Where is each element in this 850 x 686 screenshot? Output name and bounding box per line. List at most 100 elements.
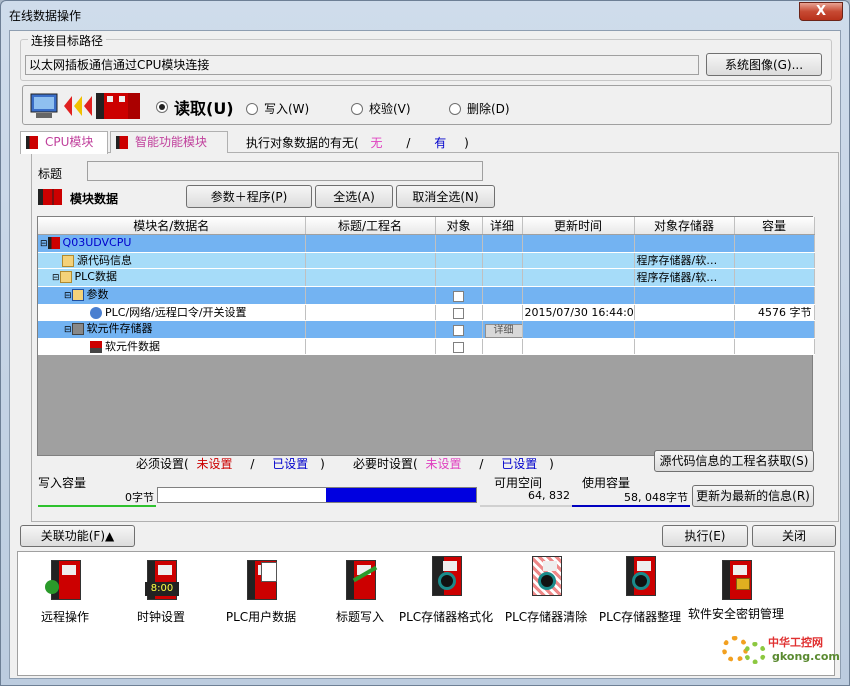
col-header-memory[interactable]: 对象存储器 [634, 217, 735, 235]
target-checkbox[interactable] [453, 307, 464, 319]
delete-radio[interactable]: 删除(D) [449, 100, 510, 117]
system-image-button[interactable]: 系统图像(G)... [706, 53, 822, 76]
col-header-name[interactable]: 模块名/数据名 [38, 217, 306, 235]
col-header-detail[interactable]: 详细 [482, 217, 523, 235]
write-radio-dot[interactable] [246, 102, 258, 115]
tab-cpu-module-label: CPU模块 [45, 135, 94, 149]
title-field-label: 标题 [38, 167, 63, 181]
security-key-label: 软件安全密钥管理 [688, 607, 785, 621]
parameter-icon [71, 289, 84, 301]
row-detail [482, 252, 523, 269]
table-row[interactable]: PLC/网络/远程口令/开关设置 2015/07/30 16:44:04 457… [38, 304, 815, 321]
required-close: ) [320, 457, 325, 471]
row-target [435, 304, 483, 321]
param-program-button[interactable]: 参数＋程序(P) [186, 185, 312, 208]
row-target [435, 234, 483, 253]
plc-memory-format-icon [426, 554, 466, 602]
verify-radio-label: 校验(V) [369, 102, 411, 116]
optional-setting-legend: 必要时设置( 未设置 / 已设置 ) [353, 455, 554, 472]
tab-cpu-module[interactable]: CPU模块 [20, 131, 108, 154]
detail-button[interactable]: 详细 [484, 323, 521, 338]
plc-memory-arrange-button[interactable]: PLC存储器整理 [592, 554, 688, 625]
row-memory [634, 286, 735, 305]
col-header-time[interactable]: 更新时间 [522, 217, 635, 235]
col-header-target[interactable]: 对象 [435, 217, 483, 235]
execute-button[interactable]: 执行(E) [662, 525, 748, 547]
optional-set: 已设置 [501, 457, 538, 471]
row-title [305, 234, 436, 253]
table-row[interactable]: 软元件数据 [38, 338, 815, 355]
table-row[interactable]: ⊟ 软元件存储器 详细 [38, 320, 815, 339]
clock-setting-button[interactable]: 8:00 时钟设置 [128, 558, 194, 625]
exec-data-slash: / [406, 136, 411, 150]
plc-user-data-button[interactable]: PLC用户数据 [216, 558, 306, 625]
target-checkbox[interactable] [453, 341, 464, 353]
optional-label: 必要时设置( [353, 457, 418, 471]
write-radio[interactable]: 写入(W) [246, 100, 309, 117]
plc-memory-clear-button[interactable]: PLC存储器清除 [498, 554, 594, 625]
table-row[interactable]: 源代码信息 程序存储器/软… [38, 252, 815, 269]
table-row[interactable]: ⊟ Q03UDVCPU [38, 234, 815, 253]
row-memory: 程序存储器/软… [634, 252, 735, 269]
plc-connection-icon [30, 91, 148, 121]
read-radio-label: 读取(U) [174, 99, 234, 118]
available-space-value: 64, 832 [528, 489, 570, 502]
row-name-cell: 软元件数据 [38, 338, 306, 355]
row-memory [634, 304, 735, 321]
plc-memory-arrange-label: PLC存储器整理 [598, 610, 682, 624]
row-name: PLC/网络/远程口令/开关设置 [105, 306, 247, 319]
title-write-button[interactable]: 标题写入 [320, 558, 400, 625]
target-checkbox[interactable] [453, 324, 464, 336]
table-row[interactable]: ⊟ 参数 [38, 286, 815, 305]
row-name-cell: ⊟ 软元件存储器 [38, 320, 306, 339]
read-radio-dot[interactable] [156, 101, 168, 113]
exec-data-have: 有 [434, 136, 447, 150]
col-header-title[interactable]: 标题/工程名 [305, 217, 436, 235]
remote-operation-button[interactable]: 远程操作 [32, 558, 98, 625]
read-radio[interactable]: 读取(U) [156, 95, 234, 119]
select-all-button[interactable]: 全选(A) [315, 185, 393, 208]
delete-radio-dot[interactable] [449, 102, 461, 115]
row-title [305, 338, 436, 355]
row-name-cell: PLC/网络/远程口令/开关设置 [38, 304, 306, 321]
connection-group-label: 连接目标路径 [28, 32, 107, 49]
plc-memory-format-button[interactable]: PLC存储器格式化 [398, 554, 494, 625]
window-title: 在线数据操作 [9, 9, 82, 23]
col-header-size[interactable]: 容量 [734, 217, 815, 235]
watermark-line2: gkong.com [772, 650, 840, 663]
row-title [305, 268, 436, 287]
close-button[interactable]: 关闭 [752, 525, 836, 547]
security-key-button[interactable]: 软件安全密钥管理 [688, 558, 784, 621]
clock-display: 8:00 [145, 582, 179, 596]
row-target [435, 320, 483, 339]
table-row[interactable]: ⊟ PLC数据 程序存储器/软… [38, 268, 815, 287]
deselect-all-button[interactable]: 取消全选(N) [396, 185, 495, 208]
verify-radio[interactable]: 校验(V) [351, 100, 411, 117]
row-detail [482, 304, 523, 321]
row-name: 软元件数据 [105, 340, 160, 353]
row-name-cell: ⊟ Q03UDVCPU [38, 234, 306, 253]
optional-slash: / [479, 457, 484, 471]
title-write-icon [340, 558, 380, 602]
row-target [435, 286, 483, 305]
window-close-button[interactable]: X [799, 2, 843, 21]
source-name-fetch-button[interactable]: 源代码信息的工程名获取(S) [654, 450, 814, 472]
refresh-info-button[interactable]: 更新为最新的信息(R) [692, 485, 814, 507]
exec-data-label: 执行对象数据的有无( [246, 136, 359, 150]
row-memory [634, 320, 735, 339]
related-functions-button[interactable]: 关联功能(F)▲ [20, 525, 135, 547]
row-size [734, 268, 815, 287]
row-title [305, 320, 436, 339]
optional-not-set: 未设置 [425, 457, 462, 471]
module-data-icon [38, 189, 62, 205]
row-detail [482, 234, 523, 253]
row-size [734, 252, 815, 269]
plc-user-data-label: PLC用户数据 [225, 610, 297, 624]
tab-intelligent-module[interactable]: 智能功能模块 [110, 131, 228, 153]
watermark-line1: 中华工控网 [768, 636, 823, 649]
module-data-grid: 模块名/数据名 标题/工程名 对象 详细 更新时间 对象存储器 容量 ⊟ Q03U… [37, 216, 815, 456]
optional-close: ) [549, 457, 554, 471]
target-checkbox[interactable] [453, 290, 464, 302]
verify-radio-dot[interactable] [351, 102, 363, 115]
gear-icon [744, 642, 766, 664]
